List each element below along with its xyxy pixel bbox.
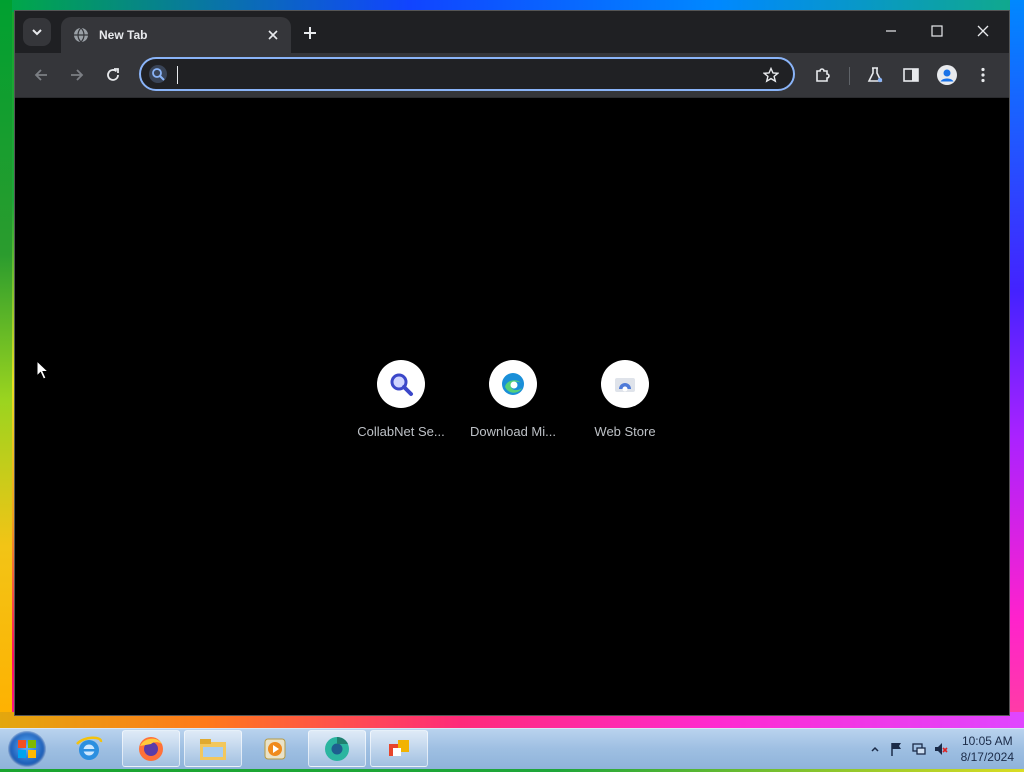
maximize-icon [931, 25, 943, 37]
toolbar [15, 53, 1009, 98]
firefox-icon [139, 736, 163, 761]
file-explorer-icon [200, 738, 226, 760]
arrow-right-icon [71, 69, 84, 81]
office-icon [389, 739, 409, 756]
desktop-wallpaper-right [1010, 0, 1024, 728]
shortcut-label: Web Store [594, 424, 656, 439]
taskbar-file-explorer[interactable] [184, 730, 242, 767]
minimize-icon [886, 30, 896, 32]
text-caret [177, 66, 178, 84]
globe-icon [74, 27, 88, 43]
show-hidden-icons-button[interactable] [867, 741, 883, 757]
close-icon [977, 25, 989, 37]
shortcut-tile [377, 360, 425, 408]
new-tab-button[interactable] [299, 22, 321, 44]
labs-button[interactable] [863, 63, 887, 87]
star-icon [763, 67, 779, 83]
chrome-canary-icon [325, 736, 349, 761]
clock-time: 10:05 AM [961, 734, 1013, 748]
side-panel-button[interactable] [899, 63, 923, 87]
internet-explorer-icon [76, 736, 103, 760]
shortcut-tile [601, 360, 649, 408]
shortcut-collabnet[interactable]: CollabNet Se... [345, 360, 457, 439]
chevron-down-icon [32, 29, 42, 36]
bookmark-star-button[interactable] [761, 65, 781, 85]
tab-search-button[interactable] [23, 18, 51, 46]
address-input[interactable] [175, 64, 759, 86]
minimize-button[interactable] [877, 19, 905, 43]
maximize-button[interactable] [923, 19, 951, 43]
tab-strip: New Tab [15, 11, 1009, 53]
arrow-left-icon [34, 69, 47, 81]
taskbar-media-player[interactable] [246, 730, 304, 767]
collabnet-search-icon [390, 373, 413, 396]
menu-button[interactable] [971, 63, 995, 87]
plus-icon [304, 27, 316, 39]
volume-muted-icon [934, 743, 948, 755]
forward-button[interactable] [65, 63, 89, 87]
shortcut-web-store[interactable]: Web Store [569, 360, 681, 439]
taskbar-chrome-canary[interactable] [308, 730, 366, 767]
tab-title: New Tab [99, 28, 148, 42]
flag-icon [890, 743, 901, 756]
side-panel-icon [903, 68, 919, 82]
close-window-button[interactable] [969, 19, 997, 43]
tab-new-tab[interactable]: New Tab [61, 17, 291, 53]
shortcut-label: Download Mi... [470, 424, 556, 439]
taskbar: 10:05 AM 8/17/2024 [0, 728, 1024, 769]
puzzle-icon [816, 68, 830, 82]
media-player-icon [264, 738, 286, 759]
kebab-menu-icon [981, 67, 985, 83]
mouse-cursor-icon [36, 360, 50, 380]
volume-button[interactable] [933, 741, 949, 757]
taskbar-internet-explorer[interactable] [60, 730, 118, 767]
shortcut-label: CollabNet Se... [357, 424, 445, 439]
action-center-button[interactable] [889, 741, 905, 757]
desktop-wallpaper-left [0, 0, 12, 728]
avatar-icon [937, 65, 957, 85]
extensions-button[interactable] [811, 63, 835, 87]
microsoft-edge-icon [502, 373, 524, 395]
windows-logo-icon [18, 740, 36, 758]
shortcut-tile [489, 360, 537, 408]
network-button[interactable] [911, 741, 927, 757]
system-tray: 10:05 AM 8/17/2024 [861, 729, 1014, 769]
close-icon [268, 30, 278, 40]
close-tab-button[interactable] [265, 27, 281, 43]
clock[interactable]: 10:05 AM 8/17/2024 [961, 733, 1014, 765]
back-button[interactable] [29, 63, 53, 87]
flask-icon [867, 67, 883, 83]
profile-button[interactable] [935, 63, 959, 87]
taskbar-firefox[interactable] [122, 730, 180, 767]
web-store-icon [615, 378, 635, 392]
clock-date: 8/17/2024 [960, 750, 1014, 764]
shortcut-download-microsoft-edge[interactable]: Download Mi... [457, 360, 569, 439]
address-bar[interactable] [139, 57, 795, 91]
network-icon [911, 743, 926, 755]
browser-window: New Tab CollabNet Se... Download Mi... W… [14, 10, 1010, 716]
new-tab-page: CollabNet Se... Download Mi... Web Store [15, 98, 1009, 715]
start-button[interactable] [8, 731, 46, 767]
toolbar-divider [849, 67, 850, 85]
search-icon [149, 65, 167, 83]
chevron-up-icon [871, 746, 879, 752]
reload-button[interactable] [101, 63, 125, 87]
reload-icon [107, 68, 119, 81]
taskbar-office[interactable] [370, 730, 428, 767]
